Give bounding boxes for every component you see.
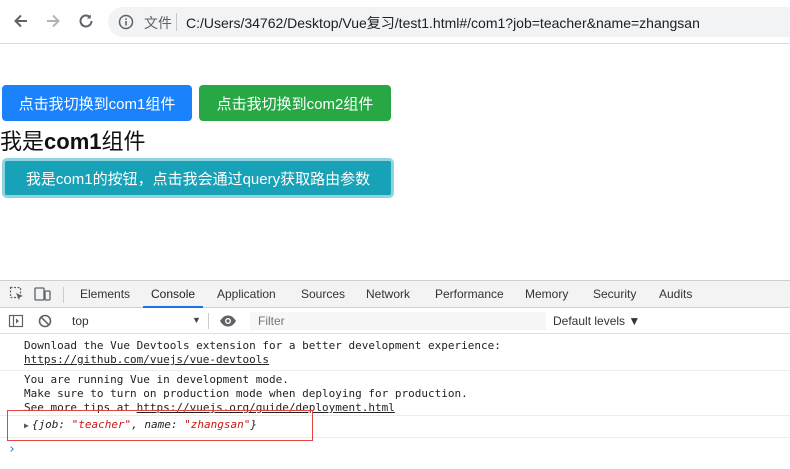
tab-audits[interactable]: Audits xyxy=(659,281,692,308)
switch-com2-button[interactable]: 点击我切换到com2组件 xyxy=(199,85,391,121)
tab-sources[interactable]: Sources xyxy=(301,281,345,308)
address-bar[interactable]: 文件 C:/Users/34762/Desktop/Vue复习/test1.ht… xyxy=(108,7,790,37)
console-filterbar: top ▼ Default levels ▼ xyxy=(0,308,790,334)
browser-toolbar: 文件 C:/Users/34762/Desktop/Vue复习/test1.ht… xyxy=(0,0,790,44)
context-select[interactable]: top xyxy=(72,314,89,328)
log-link[interactable]: https://github.com/vuejs/vue-devtools xyxy=(24,353,269,366)
tab-network[interactable]: Network xyxy=(366,281,410,308)
clear-console-icon[interactable] xyxy=(37,313,53,334)
info-icon[interactable] xyxy=(118,14,134,35)
filter-input[interactable] xyxy=(250,312,546,330)
query-params-button[interactable]: 我是com1的按钮，点击我会通过query获取路由参数 xyxy=(2,158,394,198)
eye-icon[interactable] xyxy=(219,313,237,334)
page-content: 点击我切换到com1组件 点击我切换到com2组件 我是com1组件 我是com… xyxy=(0,44,790,280)
forward-arrow-icon[interactable] xyxy=(40,8,66,34)
tab-performance[interactable]: Performance xyxy=(435,281,504,308)
tab-memory[interactable]: Memory xyxy=(525,281,568,308)
heading-suffix: 组件 xyxy=(101,129,146,154)
devtools-tabbar: Elements Console Application Sources Net… xyxy=(0,281,790,308)
tabbar-divider xyxy=(63,287,64,303)
reload-icon[interactable] xyxy=(73,8,99,34)
device-toggle-icon[interactable] xyxy=(34,286,52,307)
filterbar-divider xyxy=(208,313,209,329)
console-prompt[interactable]: › xyxy=(8,442,16,457)
sidebar-toggle-icon[interactable] xyxy=(8,313,24,334)
chevron-down-icon[interactable]: ▼ xyxy=(192,315,201,325)
console-message: Download the Vue Devtools extension for … xyxy=(0,334,790,371)
switch-com1-button[interactable]: 点击我切换到com1组件 xyxy=(2,85,192,121)
tab-application[interactable]: Application xyxy=(217,281,276,308)
heading-prefix: 我是 xyxy=(0,129,45,154)
address-divider xyxy=(176,13,177,31)
heading-bold: com1 xyxy=(44,129,102,154)
url-text[interactable]: C:/Users/34762/Desktop/Vue复习/test1.html#… xyxy=(186,13,700,33)
back-arrow-icon[interactable] xyxy=(8,8,34,34)
tab-elements[interactable]: Elements xyxy=(80,281,130,308)
inspect-element-icon[interactable] xyxy=(9,286,25,307)
log-text: Make sure to turn on production mode whe… xyxy=(24,387,468,400)
log-text: You are running Vue in development mode. xyxy=(24,373,289,386)
log-text: Download the Vue Devtools extension for … xyxy=(24,339,501,352)
scheme-label: 文件 xyxy=(144,15,172,31)
tab-console[interactable]: Console xyxy=(143,281,204,308)
default-levels-dropdown[interactable]: Default levels ▼ xyxy=(553,314,640,328)
tab-security[interactable]: Security xyxy=(593,281,636,308)
highlight-box xyxy=(7,410,313,441)
component-heading: 我是com1组件 xyxy=(0,124,146,156)
